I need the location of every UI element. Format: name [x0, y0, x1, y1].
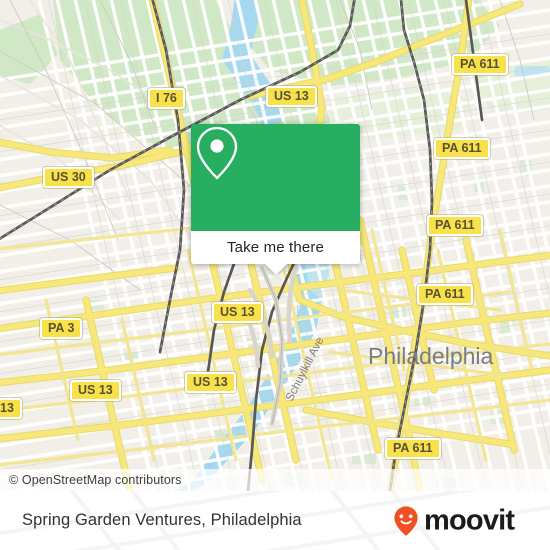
map-city-label: Philadelphia [368, 343, 494, 369]
map-pin-icon [196, 126, 238, 180]
shield-label: PA 611 [435, 218, 475, 232]
shield-label: US 13 [78, 383, 113, 397]
shield-label: US 13 [193, 375, 228, 389]
shield-label: PA 611 [442, 141, 482, 155]
shield-us13-d: US 13 [185, 372, 236, 393]
shield-label: PA 611 [425, 287, 465, 301]
footer-bar: Spring Garden Ventures, Philadelphia moo… [0, 491, 550, 550]
popup-image-area [191, 124, 360, 231]
shield-us13-a: US 13 [266, 86, 317, 107]
shield-us13-b: US 13 [212, 302, 263, 323]
shield-label: I 76 [156, 91, 177, 105]
map-attribution[interactable]: © OpenStreetMap contributors [0, 469, 550, 491]
shield-i76: I 76 [148, 88, 185, 109]
shield-label: PA 611 [460, 57, 500, 71]
shield-label: US 30 [51, 170, 86, 184]
location-popup-card[interactable]: Take me there [191, 124, 360, 275]
moovit-wordmark-text: moovit [424, 504, 515, 536]
shield-pa611-e: PA 611 [385, 438, 441, 459]
shield-pa611-b: PA 611 [434, 138, 490, 159]
shield-pa611-c: PA 611 [427, 215, 483, 236]
shield-pa611-d: PA 611 [417, 284, 473, 305]
attribution-text: © OpenStreetMap contributors [9, 473, 182, 487]
shield-us13-c: US 13 [70, 380, 121, 401]
place-title: Spring Garden Ventures, Philadelphia [22, 511, 302, 529]
shield-label: US 13 [220, 305, 255, 319]
shield-13-edge: 13 [0, 398, 22, 419]
shield-label: US 13 [274, 89, 309, 103]
map-screenshot: Philadelphia Schuylkill Ave I 76 US 13 PA … [0, 0, 550, 550]
take-me-there-label: Take me there [227, 239, 324, 256]
shield-pa3: PA 3 [40, 318, 83, 339]
take-me-there-button[interactable]: Take me there [191, 231, 360, 264]
map-canvas[interactable]: Philadelphia Schuylkill Ave I 76 US 13 PA … [0, 0, 550, 491]
shield-label: PA 611 [393, 441, 433, 455]
shield-us30: US 30 [43, 167, 94, 188]
shield-label: 13 [0, 401, 14, 415]
moovit-logo[interactable]: moovit [389, 504, 532, 538]
popup-tail [264, 264, 287, 275]
moovit-wordmark: moovit [424, 504, 516, 536]
shield-pa611-a: PA 611 [452, 54, 508, 75]
moovit-pin-smile-icon [394, 505, 418, 536]
shield-label: PA 3 [48, 321, 75, 335]
